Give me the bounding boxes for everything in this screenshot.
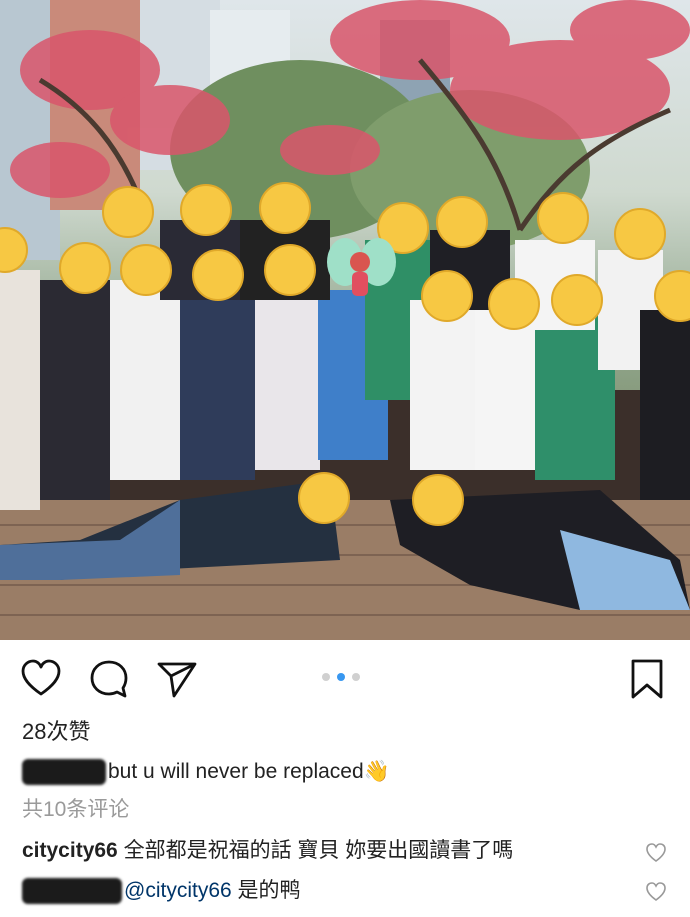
speech-bubble-icon	[90, 660, 128, 698]
share-button[interactable]	[156, 658, 198, 700]
photo-illustration	[0, 0, 690, 640]
carousel-indicator	[322, 673, 360, 683]
post-photo[interactable]	[0, 0, 690, 640]
comment-like-heart-icon[interactable]	[645, 881, 667, 903]
comment-row: @citycity66 是的鸭	[22, 877, 301, 905]
paper-plane-icon	[157, 662, 197, 698]
carousel-dot-active	[337, 673, 345, 681]
post-action-bar	[0, 640, 690, 720]
comment-mention[interactable]: @citycity66	[124, 879, 232, 902]
redacted-username	[22, 878, 122, 905]
post-caption: but u will never be replaced👋	[22, 758, 390, 786]
caption-text: but u will never be replaced	[108, 760, 364, 783]
comment-text: 是的鸭	[237, 879, 301, 902]
bookmark-icon	[631, 659, 663, 699]
comment-text: 全部都是祝福的話 寶貝 妳要出國讀書了嗎	[123, 839, 514, 862]
carousel-dot	[322, 673, 330, 681]
comment-username[interactable]: citycity66	[22, 839, 118, 862]
wave-emoji: 👋	[363, 760, 390, 783]
view-all-comments-link[interactable]: 共10条评论	[22, 796, 129, 824]
carousel-dot	[352, 673, 360, 681]
redacted-username	[22, 759, 106, 786]
heart-outline-icon	[21, 659, 61, 696]
like-button[interactable]	[20, 658, 62, 700]
likes-count[interactable]: 28次赞	[22, 718, 90, 746]
comment-button[interactable]	[88, 658, 130, 700]
comment-like-heart-icon[interactable]	[645, 842, 667, 864]
save-button[interactable]	[626, 658, 668, 700]
comment-row: citycity66 全部都是祝福的話 寶貝 妳要出國讀書了嗎	[22, 837, 513, 865]
